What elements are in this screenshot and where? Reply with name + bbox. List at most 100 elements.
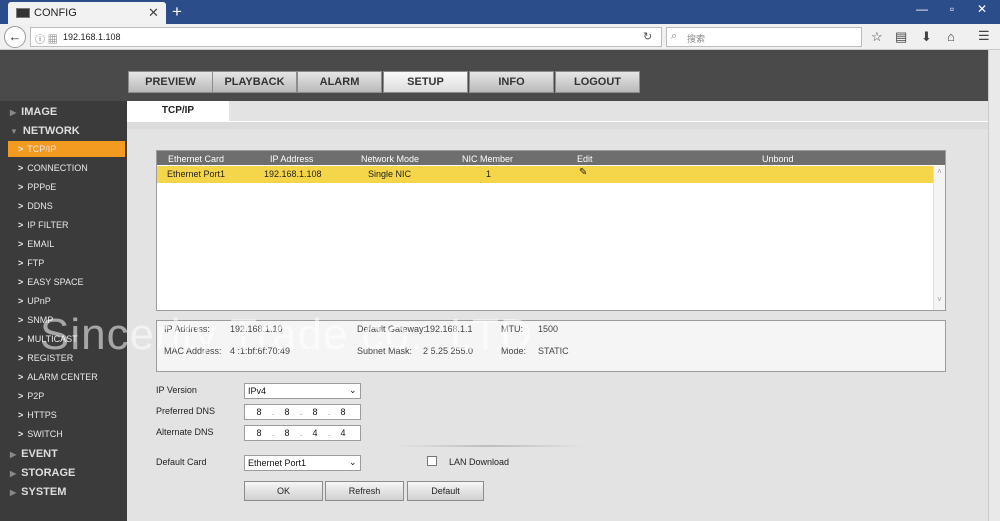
download-icon[interactable]: ⬇ [921,29,932,45]
ip-version-select[interactable]: IPv4 ⌄ [244,383,361,399]
sidebar-section-label: STORAGE [21,467,76,479]
tab-setup[interactable]: SETUP [383,71,468,93]
minimize-icon[interactable]: — [912,2,932,16]
collapsed-arrow-icon: ▶ [10,108,17,117]
sidebar-item-https[interactable]: > HTTPS [18,410,57,420]
sidebar-section-label: SYSTEM [21,486,67,498]
chevron-right-icon: > [18,334,24,344]
column-header: Edit [577,154,593,164]
sidebar-item-label: CONNECTION [27,163,88,173]
ip-segment[interactable]: 4 [310,428,320,438]
sidebar-item-label: EASY SPACE [27,277,84,287]
mode-value: STATIC [538,346,569,356]
ip-dot: . [272,408,275,417]
sidebar-section-event[interactable]: ▶ EVENT [10,448,58,460]
chevron-right-icon: > [18,296,24,306]
ip-dot: . [300,408,303,417]
collapsed-arrow-icon: ▶ [10,469,17,478]
chevron-right-icon: > [18,353,24,363]
ip-dot: . [300,429,303,438]
sidebar-item-easy-space[interactable]: > EASY SPACE [18,277,83,287]
menu-icon[interactable]: ☰ [978,28,990,44]
sidebar-section-image[interactable]: ▶ IMAGE [10,106,57,118]
ip-dot: . [328,408,331,417]
alternate-dns-input[interactable]: 8 . 8 . 4 . 4 [244,425,361,441]
reload-icon[interactable]: ↻ [643,30,652,43]
window-close-icon[interactable]: ✕ [972,2,992,16]
home-icon[interactable]: ⌂ [947,29,955,44]
tab-playback[interactable]: PLAYBACK [212,71,297,93]
sidebar-item-label: P2P [27,391,45,401]
chevron-right-icon: > [18,372,24,382]
mtu-value: 1500 [538,324,559,334]
lan-download-checkbox[interactable] [427,456,437,466]
refresh-button[interactable]: Refresh [325,481,404,501]
sidebar-item-p2p[interactable]: > P2P [18,391,44,401]
chevron-right-icon: > [18,391,24,401]
ip-version-value: IPv4 [248,386,267,396]
reading-list-icon[interactable]: ▤ [895,29,907,45]
tab-preview[interactable]: PREVIEW [128,71,213,93]
column-header: Network Mode [361,154,420,164]
sidebar-item-label: ALARM CENTER [27,372,98,382]
sidebar-section-storage[interactable]: ▶ STORAGE [10,467,75,479]
ip-segment[interactable]: 8 [254,428,264,438]
navigation-bar: ← ⓘ ▦ 192.168.1.108 ↻ ⌕ 搜索 [0,24,1000,50]
address-bar[interactable]: ⓘ ▦ 192.168.1.108 ↻ [30,27,662,47]
tab-alarm[interactable]: ALARM [297,71,382,93]
sidebar-item-pppoe[interactable]: > PPPoE [18,182,56,192]
ip-segment[interactable]: 8 [282,407,292,417]
site-info-icon[interactable]: ⓘ ▦ [35,31,58,46]
sidebar-section-network[interactable]: ▼ NETWORK [10,125,80,137]
sidebar-item-ftp[interactable]: > FTP [18,258,44,268]
search-input[interactable]: ⌕ 搜索 [666,27,862,47]
chevron-down-icon: ⌄ [349,385,357,395]
page-scrollbar[interactable] [988,50,1000,521]
tab-logout[interactable]: LOGOUT [555,71,640,93]
preferred-dns-input[interactable]: 8 . 8 . 8 . 8 [244,404,361,420]
default-button[interactable]: Default [407,481,484,501]
tab-info[interactable]: INFO [469,71,554,93]
sidebar-section-system[interactable]: ▶ SYSTEM [10,486,66,498]
lan-download-label: LAN Download [449,457,510,467]
sidebar-item-upnp[interactable]: > UPnP [18,296,51,306]
sidebar-item-ip-filter[interactable]: > IP FILTER [18,220,68,230]
sidebar-item-alarm-center[interactable]: > ALARM CENTER [18,372,98,382]
collapsed-arrow-icon: ▶ [10,450,17,459]
chevron-right-icon: > [18,239,24,249]
table-header: Ethernet Card IP Address Network Mode NI… [157,151,945,165]
content-tab-tcpip[interactable]: TCP/IP [127,101,229,121]
table-scrollbar[interactable]: ˄ ˅ [933,166,945,310]
default-card-select[interactable]: Ethernet Port1 ⌄ [244,455,361,471]
chevron-right-icon: > [18,429,24,439]
table-row[interactable]: Ethernet Port1 192.168.1.108 Single NIC … [157,166,933,183]
sidebar-item-switch[interactable]: > SWITCH [18,429,63,439]
watermark-text: Sincerity Trade co., LTD [40,310,533,359]
sidebar-item-label: IP FILTER [27,220,69,230]
ok-button[interactable]: OK [244,481,323,501]
sidebar-item-ddns[interactable]: > DDNS [18,201,53,211]
ip-segment[interactable]: 4 [338,428,348,438]
browser-tab[interactable]: CONFIG ✕ [8,2,166,24]
ip-dot: . [272,429,275,438]
close-tab-icon[interactable]: ✕ [148,5,159,21]
restore-icon[interactable]: ▫ [942,2,962,16]
ip-segment[interactable]: 8 [338,407,348,417]
back-icon[interactable]: ← [4,26,26,48]
ip-segment[interactable]: 8 [254,407,264,417]
sidebar-item-email[interactable]: > EMAIL [18,239,54,249]
scroll-down-icon[interactable]: ˅ [934,295,945,304]
ip-segment[interactable]: 8 [282,428,292,438]
sidebar-item-label: UPnP [27,296,51,306]
sidebar-item-label: PPPoE [27,182,57,192]
sidebar-item-tcp-ip[interactable]: > TCP/IP [18,144,56,154]
alternate-dns-label: Alternate DNS [156,427,214,437]
bookmark-star-icon[interactable]: ☆ [871,29,883,45]
chevron-right-icon: > [18,201,24,211]
ip-dot: . [328,429,331,438]
new-tab-icon[interactable]: + [172,2,182,22]
edit-icon[interactable]: ✎ [579,167,587,178]
scroll-up-icon[interactable]: ˄ [934,167,945,176]
ip-segment[interactable]: 8 [310,407,320,417]
sidebar-item-connection[interactable]: > CONNECTION [18,163,88,173]
